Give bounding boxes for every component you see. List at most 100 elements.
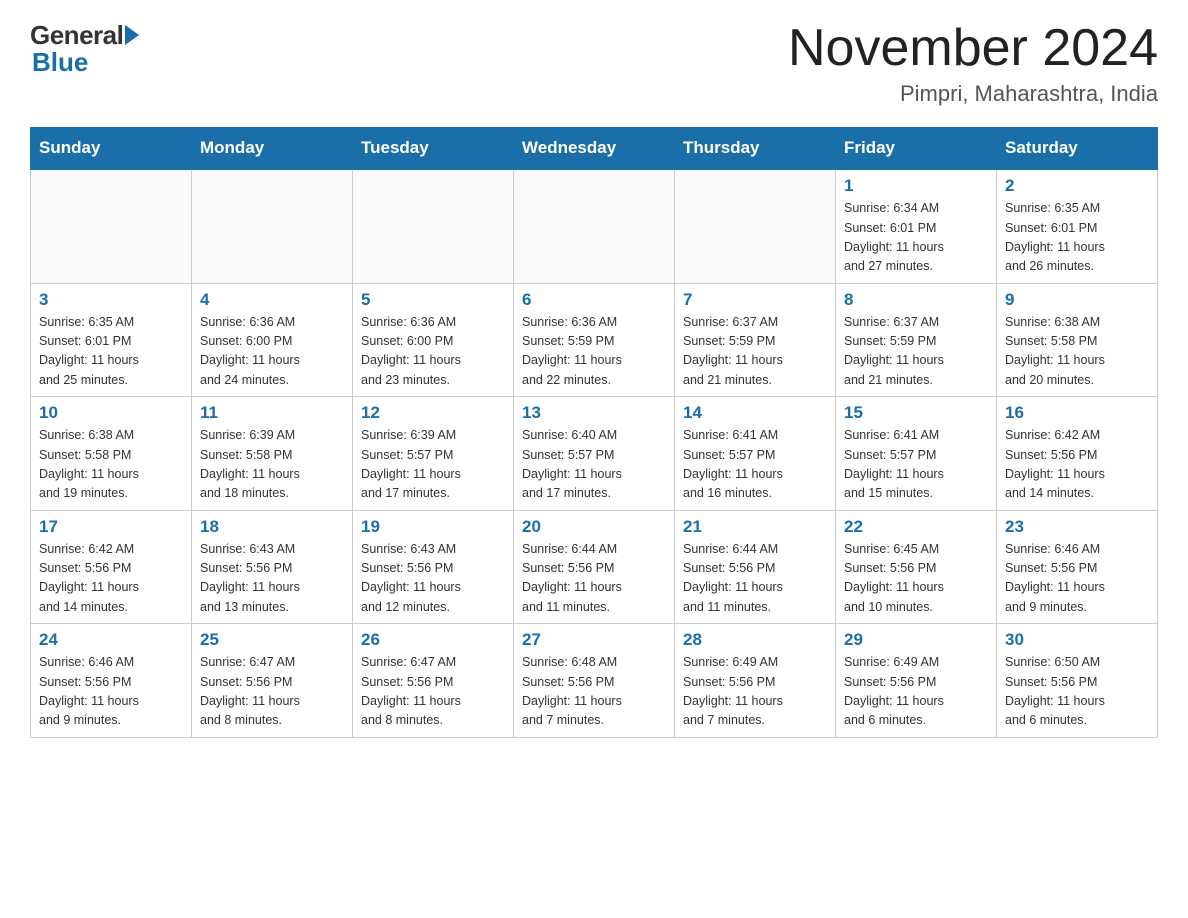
day-number: 12 xyxy=(361,403,505,423)
day-number: 11 xyxy=(200,403,344,423)
day-number: 23 xyxy=(1005,517,1149,537)
day-info: Sunrise: 6:43 AMSunset: 5:56 PMDaylight:… xyxy=(361,540,505,618)
calendar-cell: 16 Sunrise: 6:42 AMSunset: 5:56 PMDayligh… xyxy=(997,397,1158,511)
calendar-cell: 13 Sunrise: 6:40 AMSunset: 5:57 PMDayligh… xyxy=(514,397,675,511)
day-number: 26 xyxy=(361,630,505,650)
calendar-week-5: 24Sunrise: 6:46 AMSunset: 5:56 PMDayligh… xyxy=(31,624,1158,738)
day-info: Sunrise: 6:44 AMSunset: 5:56 PMDaylight:… xyxy=(522,540,666,618)
day-number: 22 xyxy=(844,517,988,537)
day-info: Sunrise: 6:47 AMSunset: 5:56 PMDaylight:… xyxy=(361,653,505,731)
calendar-cell xyxy=(192,169,353,283)
calendar-cell: 6 Sunrise: 6:36 AMSunset: 5:59 PMDaylight… xyxy=(514,283,675,397)
calendar-cell: 28 Sunrise: 6:49 AMSunset: 5:56 PMDayligh… xyxy=(675,624,836,738)
day-number: 28 xyxy=(683,630,827,650)
calendar-cell: 21 Sunrise: 6:44 AMSunset: 5:56 PMDayligh… xyxy=(675,510,836,624)
calendar-cell xyxy=(675,169,836,283)
calendar-table: SundayMondayTuesdayWednesdayThursdayFrid… xyxy=(30,127,1158,738)
calendar-cell: 17 Sunrise: 6:42 AMSunset: 5:56 PMDayligh… xyxy=(31,510,192,624)
day-info: Sunrise: 6:39 AMSunset: 5:57 PMDaylight:… xyxy=(361,426,505,504)
day-info: Sunrise: 6:47 AMSunset: 5:56 PMDaylight:… xyxy=(200,653,344,731)
title-section: November 2024 Pimpri, Maharashtra, India xyxy=(788,20,1158,107)
calendar-cell: 2 Sunrise: 6:35 AMSunset: 6:01 PMDaylight… xyxy=(997,169,1158,283)
calendar-cell: 10Sunrise: 6:38 AMSunset: 5:58 PMDayligh… xyxy=(31,397,192,511)
day-info: Sunrise: 6:38 AMSunset: 5:58 PMDaylight:… xyxy=(39,426,183,504)
location-title: Pimpri, Maharashtra, India xyxy=(788,81,1158,107)
day-number: 2 xyxy=(1005,176,1149,196)
calendar-cell: 19 Sunrise: 6:43 AMSunset: 5:56 PMDayligh… xyxy=(353,510,514,624)
calendar-cell xyxy=(353,169,514,283)
calendar-cell: 14 Sunrise: 6:41 AMSunset: 5:57 PMDayligh… xyxy=(675,397,836,511)
weekday-header-row: SundayMondayTuesdayWednesdayThursdayFrid… xyxy=(31,128,1158,170)
day-number: 14 xyxy=(683,403,827,423)
day-info: Sunrise: 6:36 AMSunset: 6:00 PMDaylight:… xyxy=(361,313,505,391)
calendar-cell: 20 Sunrise: 6:44 AMSunset: 5:56 PMDayligh… xyxy=(514,510,675,624)
day-info: Sunrise: 6:35 AMSunset: 6:01 PMDaylight:… xyxy=(39,313,183,391)
day-info: Sunrise: 6:35 AMSunset: 6:01 PMDaylight:… xyxy=(1005,199,1149,277)
day-number: 7 xyxy=(683,290,827,310)
day-info: Sunrise: 6:38 AMSunset: 5:58 PMDaylight:… xyxy=(1005,313,1149,391)
day-info: Sunrise: 6:40 AMSunset: 5:57 PMDaylight:… xyxy=(522,426,666,504)
day-info: Sunrise: 6:36 AMSunset: 6:00 PMDaylight:… xyxy=(200,313,344,391)
day-number: 29 xyxy=(844,630,988,650)
weekday-header-wednesday: Wednesday xyxy=(514,128,675,170)
day-number: 18 xyxy=(200,517,344,537)
day-number: 21 xyxy=(683,517,827,537)
day-info: Sunrise: 6:41 AMSunset: 5:57 PMDaylight:… xyxy=(844,426,988,504)
day-info: Sunrise: 6:42 AMSunset: 5:56 PMDaylight:… xyxy=(39,540,183,618)
calendar-week-4: 17 Sunrise: 6:42 AMSunset: 5:56 PMDayligh… xyxy=(31,510,1158,624)
calendar-cell: 11 Sunrise: 6:39 AMSunset: 5:58 PMDayligh… xyxy=(192,397,353,511)
day-number: 15 xyxy=(844,403,988,423)
day-info: Sunrise: 6:37 AMSunset: 5:59 PMDaylight:… xyxy=(683,313,827,391)
page-header: General Blue November 2024 Pimpri, Mahar… xyxy=(30,20,1158,107)
day-info: Sunrise: 6:42 AMSunset: 5:56 PMDaylight:… xyxy=(1005,426,1149,504)
calendar-cell: 26 Sunrise: 6:47 AMSunset: 5:56 PMDayligh… xyxy=(353,624,514,738)
logo-triangle-icon xyxy=(125,25,139,45)
day-number: 30 xyxy=(1005,630,1149,650)
day-info: Sunrise: 6:46 AMSunset: 5:56 PMDaylight:… xyxy=(39,653,183,731)
weekday-header-tuesday: Tuesday xyxy=(353,128,514,170)
day-info: Sunrise: 6:44 AMSunset: 5:56 PMDaylight:… xyxy=(683,540,827,618)
calendar-cell: 25 Sunrise: 6:47 AMSunset: 5:56 PMDayligh… xyxy=(192,624,353,738)
calendar-cell: 27Sunrise: 6:48 AMSunset: 5:56 PMDayligh… xyxy=(514,624,675,738)
calendar-cell: 1 Sunrise: 6:34 AMSunset: 6:01 PMDaylight… xyxy=(836,169,997,283)
day-number: 19 xyxy=(361,517,505,537)
day-info: Sunrise: 6:46 AMSunset: 5:56 PMDaylight:… xyxy=(1005,540,1149,618)
weekday-header-sunday: Sunday xyxy=(31,128,192,170)
weekday-header-friday: Friday xyxy=(836,128,997,170)
day-number: 1 xyxy=(844,176,988,196)
calendar-cell: 12 Sunrise: 6:39 AMSunset: 5:57 PMDayligh… xyxy=(353,397,514,511)
calendar-cell: 15 Sunrise: 6:41 AMSunset: 5:57 PMDayligh… xyxy=(836,397,997,511)
day-info: Sunrise: 6:37 AMSunset: 5:59 PMDaylight:… xyxy=(844,313,988,391)
month-title: November 2024 xyxy=(788,20,1158,77)
calendar-cell xyxy=(31,169,192,283)
day-info: Sunrise: 6:34 AMSunset: 6:01 PMDaylight:… xyxy=(844,199,988,277)
calendar-week-1: 1 Sunrise: 6:34 AMSunset: 6:01 PMDaylight… xyxy=(31,169,1158,283)
day-number: 16 xyxy=(1005,403,1149,423)
calendar-week-2: 3Sunrise: 6:35 AMSunset: 6:01 PMDaylight… xyxy=(31,283,1158,397)
day-info: Sunrise: 6:39 AMSunset: 5:58 PMDaylight:… xyxy=(200,426,344,504)
day-number: 25 xyxy=(200,630,344,650)
day-number: 5 xyxy=(361,290,505,310)
day-info: Sunrise: 6:36 AMSunset: 5:59 PMDaylight:… xyxy=(522,313,666,391)
logo: General Blue xyxy=(30,20,139,78)
day-info: Sunrise: 6:48 AMSunset: 5:56 PMDaylight:… xyxy=(522,653,666,731)
calendar-cell: 4 Sunrise: 6:36 AMSunset: 6:00 PMDaylight… xyxy=(192,283,353,397)
day-number: 13 xyxy=(522,403,666,423)
day-number: 6 xyxy=(522,290,666,310)
calendar-cell: 9Sunrise: 6:38 AMSunset: 5:58 PMDaylight… xyxy=(997,283,1158,397)
day-number: 17 xyxy=(39,517,183,537)
calendar-cell: 22 Sunrise: 6:45 AMSunset: 5:56 PMDayligh… xyxy=(836,510,997,624)
weekday-header-thursday: Thursday xyxy=(675,128,836,170)
calendar-cell: 23 Sunrise: 6:46 AMSunset: 5:56 PMDayligh… xyxy=(997,510,1158,624)
calendar-cell: 30Sunrise: 6:50 AMSunset: 5:56 PMDayligh… xyxy=(997,624,1158,738)
day-info: Sunrise: 6:49 AMSunset: 5:56 PMDaylight:… xyxy=(683,653,827,731)
day-number: 4 xyxy=(200,290,344,310)
calendar-cell: 24Sunrise: 6:46 AMSunset: 5:56 PMDayligh… xyxy=(31,624,192,738)
weekday-header-saturday: Saturday xyxy=(997,128,1158,170)
calendar-cell: 8Sunrise: 6:37 AMSunset: 5:59 PMDaylight… xyxy=(836,283,997,397)
day-info: Sunrise: 6:43 AMSunset: 5:56 PMDaylight:… xyxy=(200,540,344,618)
day-info: Sunrise: 6:49 AMSunset: 5:56 PMDaylight:… xyxy=(844,653,988,731)
day-info: Sunrise: 6:45 AMSunset: 5:56 PMDaylight:… xyxy=(844,540,988,618)
day-number: 20 xyxy=(522,517,666,537)
day-info: Sunrise: 6:41 AMSunset: 5:57 PMDaylight:… xyxy=(683,426,827,504)
